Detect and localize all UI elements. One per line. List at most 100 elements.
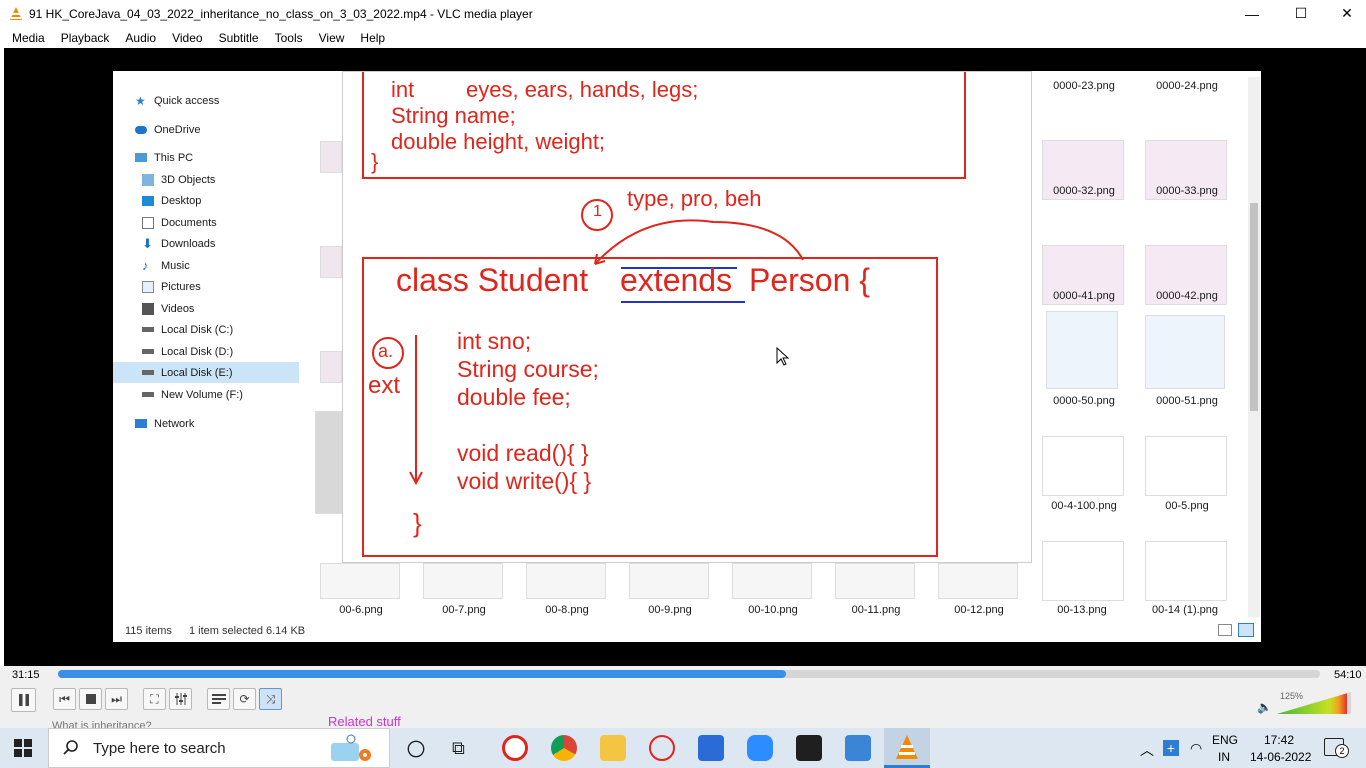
status-selected: 1 item selected xyxy=(189,625,263,637)
nav-pictures: Pictures xyxy=(113,276,299,297)
thumbnail-label: 0000-50.png xyxy=(1053,395,1115,407)
sticky-notes-icon[interactable] xyxy=(796,735,822,761)
seek-bar[interactable] xyxy=(58,670,1320,678)
search-icon xyxy=(63,740,78,755)
nav-network: Network xyxy=(113,413,299,434)
loop-icon: ⟳ xyxy=(239,692,250,706)
menu-video[interactable]: Video xyxy=(172,31,202,45)
code-line: String course; xyxy=(457,356,599,382)
class-parent: Person { xyxy=(749,262,870,298)
start-button[interactable] xyxy=(14,739,32,762)
speaker-icon[interactable]: 🔈 xyxy=(1257,700,1272,714)
background-strip: What is inheritance? xyxy=(0,718,1366,728)
thumbnail-label: 00-4-100.png xyxy=(1051,500,1117,512)
class-declaration: class Student xyxy=(396,262,589,298)
nav-videos: Videos xyxy=(113,298,299,319)
snipping-tool-icon[interactable] xyxy=(649,735,675,761)
code-brace: } xyxy=(371,149,379,174)
thumbnail-label: 0000-24.png xyxy=(1156,80,1218,92)
picture-icon xyxy=(142,280,154,293)
menu-media[interactable]: Media xyxy=(12,31,45,45)
document-icon xyxy=(142,216,154,229)
java-code-slide: int eyes, ears, hands, legs; String name… xyxy=(342,71,1032,563)
pause-icon xyxy=(18,694,29,706)
pause-button[interactable] xyxy=(11,688,36,712)
status-items: 115 items xyxy=(125,625,172,637)
stop-icon xyxy=(85,694,96,704)
details-view-icon xyxy=(1218,624,1232,636)
stop-button[interactable] xyxy=(79,688,102,710)
thumbnail-view-icon xyxy=(1238,623,1254,637)
menu-tools[interactable]: Tools xyxy=(275,31,303,45)
file-explorer-icon[interactable] xyxy=(600,735,626,761)
task-view-icon[interactable]: ⧉ xyxy=(452,738,465,759)
thumbnail-label: 00-9.png xyxy=(648,604,692,616)
nav-disk-d: Local Disk (D:) xyxy=(113,341,299,362)
show-hidden-icons-chevron-icon[interactable]: ︿ xyxy=(1140,740,1154,760)
nav-disk-c: Local Disk (C:) xyxy=(113,319,299,340)
code-line: eyes, ears, hands, legs; xyxy=(466,77,699,102)
thumbnail xyxy=(1145,541,1227,601)
side-note: a. xyxy=(378,341,394,361)
language-code[interactable]: ENG xyxy=(1212,733,1238,747)
loop-button[interactable]: ⟳ xyxy=(233,688,256,710)
thumbnail-label: 00-13.png xyxy=(1057,604,1107,616)
clock-time[interactable]: 17:42 xyxy=(1264,733,1294,747)
explorer-scrollbar xyxy=(1248,77,1260,617)
status-size: 6.14 KB xyxy=(266,625,306,637)
nav-disk-e: Local Disk (E:) xyxy=(113,362,299,383)
network-icon xyxy=(135,419,147,428)
thumbnail-label: 0000-41.png xyxy=(1053,290,1115,302)
minimize-button[interactable]: — xyxy=(1229,0,1275,27)
code-line: int sno; xyxy=(457,328,532,354)
menu-subtitle[interactable]: Subtitle xyxy=(219,31,259,45)
shuffle-button[interactable]: ⤨ xyxy=(259,688,282,710)
cloud-icon xyxy=(135,125,147,134)
thumbnail xyxy=(320,563,400,599)
close-button[interactable]: ✕ xyxy=(1324,0,1366,27)
volume-slider[interactable] xyxy=(1277,692,1351,714)
side-note: ext xyxy=(368,372,401,399)
fullscreen-icon: ⛶ xyxy=(150,691,159,706)
next-button[interactable]: ⏭ xyxy=(105,688,128,710)
thumbnail xyxy=(1042,541,1124,601)
menu-playback[interactable]: Playback xyxy=(61,31,110,45)
thumbnail xyxy=(629,563,709,599)
plus-icon[interactable]: + xyxy=(1163,740,1179,756)
wifi-icon[interactable]: ◠ xyxy=(1190,740,1202,757)
download-icon: ⬇ xyxy=(142,235,153,251)
notification-center-icon[interactable]: 2 xyxy=(1324,738,1349,758)
clock-date[interactable]: 14-06-2022 xyxy=(1250,750,1311,764)
thumbnail xyxy=(320,246,342,278)
code-line: double fee; xyxy=(457,384,571,410)
extended-settings-button[interactable] xyxy=(169,688,192,710)
menu-view[interactable]: View xyxy=(319,31,345,45)
nav-downloads: ⬇ Downloads xyxy=(142,235,216,251)
code-line: String name; xyxy=(391,103,516,128)
cortana-icon[interactable] xyxy=(407,740,425,758)
code-line: int xyxy=(391,77,415,102)
store-icon[interactable] xyxy=(698,735,724,761)
class-extends: extends xyxy=(620,262,733,298)
menu-audio[interactable]: Audio xyxy=(125,31,156,45)
nav-quick-access: ★ Quick access xyxy=(135,93,220,108)
region-code[interactable]: IN xyxy=(1218,750,1230,764)
previous-button[interactable]: ⏮ xyxy=(53,688,76,710)
taskbar-search[interactable]: Type here to search xyxy=(48,728,390,768)
vlc-cone-icon xyxy=(896,735,918,759)
vlc-taskbar-button[interactable] xyxy=(884,728,930,768)
maximize-button[interactable]: ☐ xyxy=(1278,0,1324,27)
menu-help[interactable]: Help xyxy=(360,31,385,45)
star-icon: ★ xyxy=(135,93,146,108)
playlist-button[interactable] xyxy=(207,688,230,710)
desktop-icon xyxy=(142,195,154,206)
thumbnail-label: 00-11.png xyxy=(851,604,901,616)
code-brace: } xyxy=(413,508,422,538)
related-stuff-label: Related stuff xyxy=(328,714,401,729)
zoom-icon[interactable] xyxy=(747,735,773,761)
fullscreen-button[interactable]: ⛶ xyxy=(143,688,166,710)
recorder-app-icon[interactable] xyxy=(502,735,528,761)
photos-icon[interactable] xyxy=(845,735,871,761)
chrome-icon[interactable] xyxy=(551,735,577,761)
thumbnail xyxy=(320,351,342,383)
